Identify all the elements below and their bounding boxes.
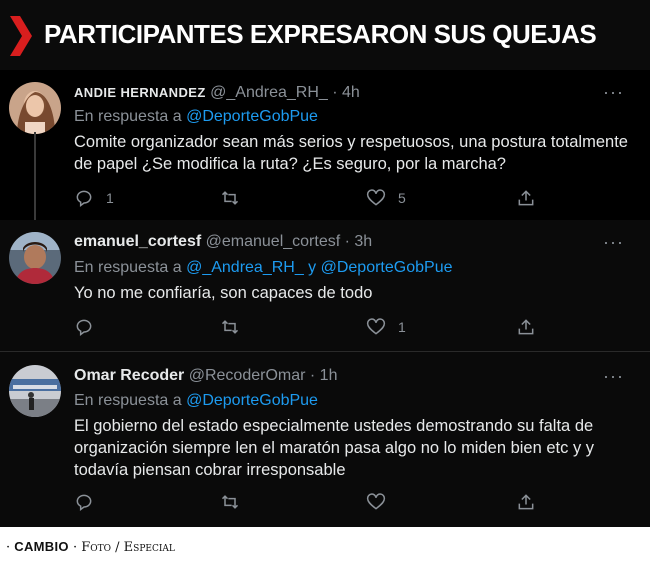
like-button[interactable]: 5	[366, 187, 406, 209]
thread-line	[34, 132, 36, 222]
like-icon	[366, 493, 386, 510]
tweet-header: ANDIE HERNANDEZ @_Andrea_RH_ · 4h	[74, 84, 360, 102]
user-handle[interactable]: @_Andrea_RH_	[210, 84, 328, 101]
more-icon[interactable]: ···	[603, 366, 624, 387]
tweet-text: El gobierno del estado especialmente ust…	[74, 417, 595, 479]
like-count: 1	[398, 319, 406, 335]
like-icon	[366, 189, 386, 206]
retweet-icon	[221, 320, 239, 334]
separator: ·	[72, 540, 78, 555]
display-name[interactable]: ANDIE HERNANDEZ	[74, 85, 206, 100]
reply-icon	[76, 319, 92, 336]
headline-title: PARTICIPANTES EXPRESARON SUS QUEJAS	[44, 19, 597, 49]
reply-prefix: En respuesta a	[74, 259, 182, 276]
tweet-text: Comite organizador sean más serios y res…	[74, 133, 628, 173]
reply-count: 1	[106, 190, 114, 206]
tweet-header: emanuel_cortesf @emanuel_cortesf · 3h	[74, 233, 372, 251]
retweet-button[interactable]	[220, 316, 252, 338]
share-icon	[518, 494, 534, 510]
avatar[interactable]	[9, 232, 61, 284]
share-button[interactable]	[516, 187, 536, 209]
more-icon[interactable]: ···	[603, 232, 624, 253]
tweet-text: Yo no me confiaría, son capaces de todo	[74, 284, 373, 302]
retweet-icon	[221, 495, 239, 509]
reply-context: En respuesta a @DeporteGobPue	[74, 108, 318, 126]
like-count: 5	[398, 190, 406, 206]
retweet-button[interactable]	[220, 491, 252, 513]
timestamp[interactable]: · 3h	[345, 233, 373, 250]
user-handle[interactable]: @emanuel_cortesf	[206, 233, 341, 250]
reply-button[interactable]: 1	[74, 187, 114, 209]
tweet-actions: 1	[74, 316, 544, 338]
reply-button[interactable]	[74, 491, 106, 513]
reply-button[interactable]	[74, 316, 106, 338]
reply-mention-link[interactable]: @DeporteGobPue	[186, 392, 318, 409]
reply-mention-link[interactable]: @_Andrea_RH_ y @DeporteGobPue	[186, 259, 452, 276]
reply-mention-link[interactable]: @DeporteGobPue	[186, 108, 318, 125]
photo-credit-footer: · CAMBIO · Foto / Especial	[0, 527, 650, 564]
share-button[interactable]	[516, 491, 536, 513]
bullet: ·	[6, 540, 11, 555]
tweet-card[interactable]: ANDIE HERNANDEZ @_Andrea_RH_ · 4h ··· En…	[0, 70, 650, 222]
like-button[interactable]	[366, 491, 398, 513]
retweet-icon	[221, 191, 239, 205]
tweet-actions	[74, 491, 544, 513]
reply-prefix: En respuesta a	[74, 108, 182, 125]
reply-context: En respuesta a @DeporteGobPue	[74, 392, 318, 410]
timestamp[interactable]: · 4h	[332, 84, 360, 101]
share-button[interactable]	[516, 316, 536, 338]
more-icon[interactable]: ···	[603, 82, 624, 103]
credit-line: · CAMBIO · Foto / Especial	[6, 539, 175, 555]
avatar[interactable]	[9, 82, 61, 134]
tweet-actions: 1 5	[74, 187, 544, 209]
tweet-card[interactable]: emanuel_cortesf @emanuel_cortesf · 3h ··…	[0, 220, 650, 351]
photo-credit: Foto / Especial	[81, 540, 175, 555]
display-name[interactable]: emanuel_cortesf	[74, 233, 201, 250]
screenshot-frame: PARTICIPANTES EXPRESARON SUS QUEJAS ANDI…	[0, 0, 650, 527]
tweet-header: Omar Recoder @RecoderOmar · 1h	[74, 367, 337, 385]
avatar[interactable]	[9, 365, 61, 417]
reply-icon	[76, 494, 92, 511]
user-handle[interactable]: @RecoderOmar	[189, 367, 306, 384]
timestamp[interactable]: · 1h	[310, 367, 338, 384]
headline-banner: PARTICIPANTES EXPRESARON SUS QUEJAS	[0, 0, 650, 70]
share-icon	[518, 190, 534, 206]
reply-context: En respuesta a @_Andrea_RH_ y @DeporteGo…	[74, 259, 452, 277]
display-name[interactable]: Omar Recoder	[74, 367, 184, 384]
brand-logo: CAMBIO	[14, 539, 69, 554]
retweet-button[interactable]	[220, 187, 252, 209]
tweet-card[interactable]: Omar Recoder @RecoderOmar · 1h ··· En re…	[0, 351, 650, 527]
like-icon	[366, 318, 386, 335]
like-button[interactable]: 1	[366, 316, 406, 338]
reply-prefix: En respuesta a	[74, 392, 182, 409]
chevron-right-icon	[10, 16, 32, 56]
reply-icon	[76, 190, 92, 207]
share-icon	[518, 319, 534, 335]
